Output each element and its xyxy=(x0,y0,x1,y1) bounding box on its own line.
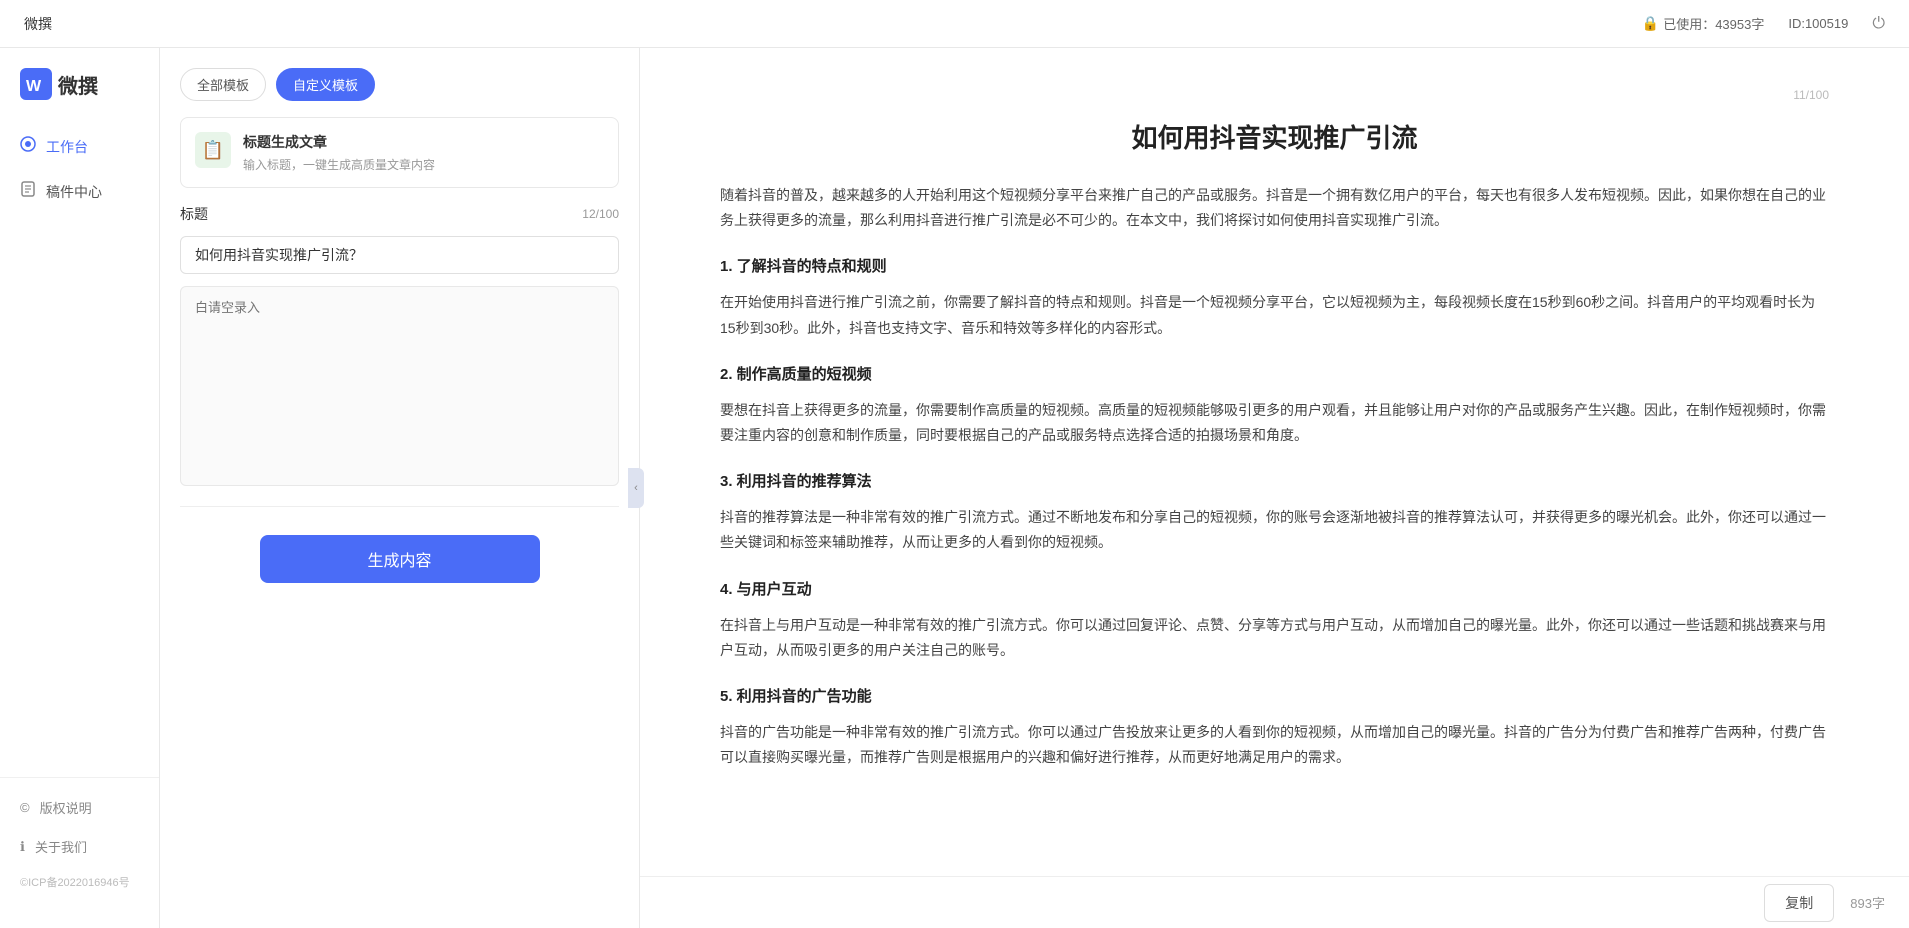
article-section-heading: 4. 与用户互动 xyxy=(720,576,1829,603)
tab-all-templates[interactable]: 全部模板 xyxy=(180,68,266,101)
sidebar-item-drafts[interactable]: 稿件中心 xyxy=(0,169,159,214)
collapse-arrow[interactable]: ‹ xyxy=(628,468,644,508)
article-container[interactable]: 11/100 如何用抖音实现推广引流 随着抖音的普及，越来越多的人开始利用这个短… xyxy=(640,48,1909,876)
article-section-paragraph: 随着抖音的普及，越来越多的人开始利用这个短视频分享平台来推广自己的产品或服务。抖… xyxy=(720,183,1829,233)
word-count: 893字 xyxy=(1850,893,1885,912)
content-area: 全部模板 自定义模板 📋 标题生成文章 输入标题，一键生成高质量文章内容 标题 … xyxy=(160,48,1909,928)
page-count: 11/100 xyxy=(720,88,1829,102)
sidebar-about[interactable]: ℹ 关于我们 xyxy=(0,827,159,866)
title-input[interactable] xyxy=(180,236,619,274)
article-section-paragraph: 抖音的广告功能是一种非常有效的推广引流方式。你可以通过广告投放来让更多的人看到你… xyxy=(720,720,1829,770)
template-name: 标题生成文章 xyxy=(243,132,604,152)
topbar-right: 🔒 已使用：43953字 ID:100519 ⏻ xyxy=(1642,14,1885,33)
usage-info: 🔒 已使用：43953字 xyxy=(1642,14,1765,33)
article-section-paragraph: 抖音的推荐算法是一种非常有效的推广引流方式。通过不断地发布和分享自己的短视频，你… xyxy=(720,505,1829,555)
logout-icon[interactable]: ⏻ xyxy=(1872,15,1885,33)
copy-button[interactable]: 复制 xyxy=(1764,884,1834,922)
sidebar: W 微撰 工作台 xyxy=(0,48,160,928)
article-section-paragraph: 在开始使用抖音进行推广引流之前，你需要了解抖音的特点和规则。抖音是一个短视频分享… xyxy=(720,290,1829,340)
icp-text: ©ICP备2022016946号 xyxy=(0,866,159,898)
article-section-paragraph: 要想在抖音上获得更多的流量，你需要制作高质量的短视频。高质量的短视频能够吸引更多… xyxy=(720,398,1829,448)
topbar: 微撰 🔒 已使用：43953字 ID:100519 ⏻ xyxy=(0,0,1909,48)
topbar-title: 微撰 xyxy=(24,14,52,34)
logo-icon: W xyxy=(20,68,52,100)
title-label: 标题 xyxy=(180,204,208,224)
template-card-icon: 📋 xyxy=(195,132,231,168)
generate-button[interactable]: 生成内容 xyxy=(260,535,540,583)
article-section-paragraph: 在抖音上与用户互动是一种非常有效的推广引流方式。你可以通过回复评论、点赞、分享等… xyxy=(720,613,1829,663)
tab-custom-templates[interactable]: 自定义模板 xyxy=(276,68,375,101)
sidebar-item-workbench[interactable]: 工作台 xyxy=(0,124,159,169)
form-divider xyxy=(180,506,619,507)
sidebar-item-drafts-label: 稿件中心 xyxy=(46,182,102,202)
sidebar-item-workbench-label: 工作台 xyxy=(46,137,88,157)
copyright-label: 版权说明 xyxy=(40,798,92,817)
article-section-heading: 5. 利用抖音的广告功能 xyxy=(720,683,1829,710)
copyright-icon: © xyxy=(20,800,30,815)
article-title: 如何用抖音实现推广引流 xyxy=(720,118,1829,155)
sidebar-copyright[interactable]: © 版权说明 xyxy=(0,788,159,827)
user-id: ID:100519 xyxy=(1788,16,1848,31)
right-panel: 11/100 如何用抖音实现推广引流 随着抖音的普及，越来越多的人开始利用这个短… xyxy=(640,48,1909,928)
content-textarea[interactable] xyxy=(180,286,619,486)
logo-text: 微撰 xyxy=(58,70,98,99)
workbench-icon xyxy=(20,136,36,157)
usage-label: 已使用：43953字 xyxy=(1663,14,1764,33)
title-label-row: 标题 12/100 xyxy=(180,204,619,224)
template-card[interactable]: 📋 标题生成文章 输入标题，一键生成高质量文章内容 xyxy=(180,117,619,188)
article-section-heading: 2. 制作高质量的短视频 xyxy=(720,361,1829,388)
sidebar-logo: W 微撰 xyxy=(0,68,159,124)
lock-icon: 🔒 xyxy=(1642,15,1659,32)
svg-text:W: W xyxy=(26,78,42,95)
title-count: 12/100 xyxy=(582,207,619,221)
template-info: 标题生成文章 输入标题，一键生成高质量文章内容 xyxy=(243,132,604,173)
panel-tabs: 全部模板 自定义模板 xyxy=(180,68,619,101)
form-section: 标题 12/100 xyxy=(180,204,619,486)
article-section-heading: 3. 利用抖音的推荐算法 xyxy=(720,468,1829,495)
article-body: 随着抖音的普及，越来越多的人开始利用这个短视频分享平台来推广自己的产品或服务。抖… xyxy=(720,183,1829,770)
template-desc: 输入标题，一键生成高质量文章内容 xyxy=(243,156,604,173)
info-icon: ℹ xyxy=(20,839,25,855)
article-section-heading: 1. 了解抖音的特点和规则 xyxy=(720,253,1829,280)
article-footer: 复制 893字 xyxy=(640,876,1909,928)
sidebar-bottom: © 版权说明 ℹ 关于我们 ©ICP备2022016946号 xyxy=(0,777,159,908)
left-panel: 全部模板 自定义模板 📋 标题生成文章 输入标题，一键生成高质量文章内容 标题 … xyxy=(160,48,640,928)
about-label: 关于我们 xyxy=(35,837,87,856)
main-layout: W 微撰 工作台 xyxy=(0,48,1909,928)
drafts-icon xyxy=(20,181,36,202)
sidebar-nav: 工作台 稿件中心 xyxy=(0,124,159,777)
